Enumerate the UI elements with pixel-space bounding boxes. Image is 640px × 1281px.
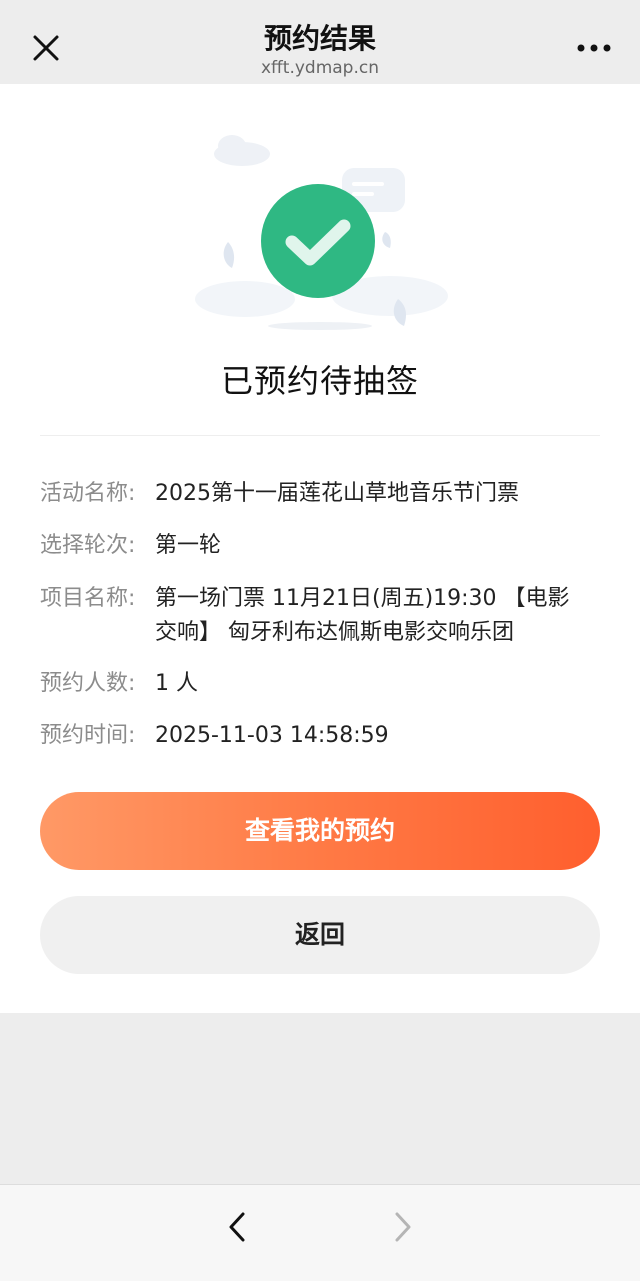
ground-cloud-shape xyxy=(195,281,295,317)
more-icon xyxy=(577,44,611,52)
top-bar: 预约结果 xfft.ydmap.cn xyxy=(0,0,640,84)
ground-shadow-shape xyxy=(268,322,372,330)
page-title: 预约结果 xyxy=(263,22,376,55)
nav-forward-button xyxy=(382,1207,422,1247)
success-illustration xyxy=(180,124,460,344)
detail-value: 2025第十一届莲花山草地音乐节门票 xyxy=(155,481,519,506)
leaf-shape xyxy=(382,232,391,248)
check-circle-icon xyxy=(261,184,375,298)
detail-value: 2025-11-03 14:58:59 xyxy=(155,723,389,748)
detail-value: 第一场门票 11月21日(周五)19:30 【电影交响】 匈牙利布达佩斯电影交响… xyxy=(155,586,570,645)
bottom-nav-bar xyxy=(0,1184,640,1281)
chevron-left-icon xyxy=(229,1212,245,1242)
detail-value: 第一轮 xyxy=(155,533,222,558)
detail-label: 活动名称: xyxy=(40,481,136,506)
detail-label: 项目名称: xyxy=(40,586,136,611)
leaf-shape xyxy=(223,242,235,268)
more-button[interactable] xyxy=(574,30,614,66)
status-text: 已预约待抽签 xyxy=(220,362,419,400)
nav-back-button[interactable] xyxy=(218,1207,258,1247)
detail-label: 预约时间: xyxy=(40,723,136,748)
chevron-right-icon xyxy=(395,1212,411,1242)
title-block: 预约结果 xfft.ydmap.cn xyxy=(120,20,520,78)
divider xyxy=(40,435,600,436)
page-domain: xfft.ydmap.cn xyxy=(261,58,379,78)
detail-label: 预约人数: xyxy=(40,671,136,696)
view-reservation-button[interactable]: 查看我的预约 xyxy=(40,792,600,870)
detail-label: 选择轮次: xyxy=(40,533,136,558)
back-button[interactable]: 返回 xyxy=(40,896,600,974)
close-button[interactable] xyxy=(26,28,66,68)
detail-value: 1 人 xyxy=(155,671,198,696)
result-card: 已预约待抽签 活动名称: 2025第十一届莲花山草地音乐节门票 选择轮次: 第一… xyxy=(0,84,640,1013)
close-icon xyxy=(33,35,59,61)
small-cloud-shape xyxy=(218,135,246,157)
